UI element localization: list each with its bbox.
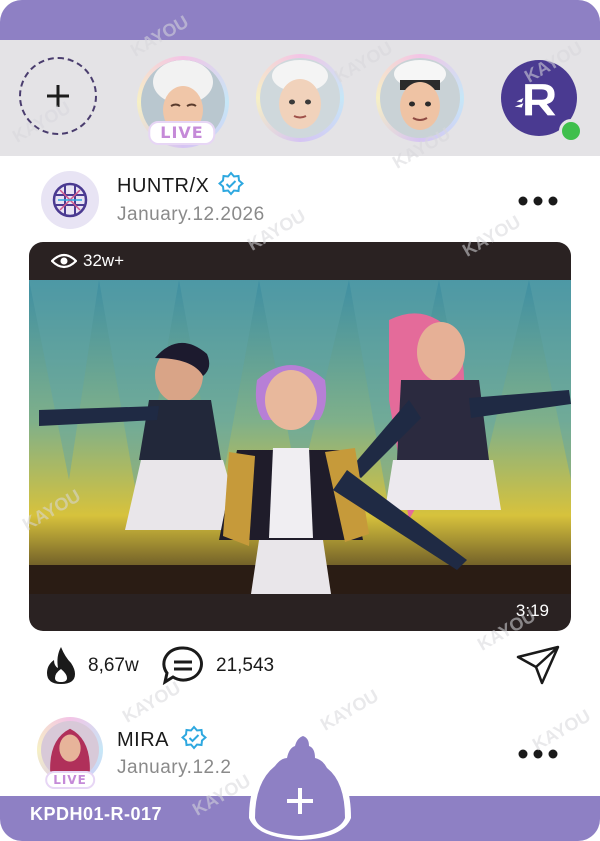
video-duration: 3:19 (515, 601, 549, 620)
post-author-avatar[interactable] (41, 171, 99, 229)
next-post-username[interactable]: MIRA (117, 729, 169, 752)
top-band (0, 0, 600, 40)
view-count: 32w+ (83, 251, 125, 270)
comment-icon[interactable] (161, 645, 205, 685)
verified-icon (181, 725, 207, 750)
more-icon[interactable] (517, 195, 559, 207)
story-avatar-image (380, 58, 460, 138)
media-image (29, 280, 571, 594)
post-username[interactable]: HUNTR/X (117, 175, 209, 198)
post-actions: 8,67w 21,543 (0, 640, 600, 690)
media-top-bar: 32w+ (29, 242, 571, 280)
comment-count: 21,543 (216, 655, 275, 676)
send-icon[interactable] (516, 645, 560, 685)
brand-r-icon (514, 84, 556, 116)
flame-icon[interactable] (46, 645, 76, 685)
story-avatar[interactable] (256, 54, 344, 142)
next-post-live-badge: LIVE (45, 771, 95, 789)
more-icon[interactable] (517, 748, 559, 760)
post-date: January.12.2026 (117, 204, 265, 225)
story-avatar-image (260, 58, 340, 138)
card-code: KPDH01-R-017 (30, 804, 163, 824)
plus-icon (47, 85, 69, 107)
next-post-date: January.12.2 (117, 757, 232, 778)
trading-card: LIVE HUNTR/X January.12.2026 32w+ 3:19 8… (0, 0, 600, 841)
verified-icon (218, 171, 244, 196)
like-count: 8,67w (88, 655, 139, 676)
live-badge: LIVE (148, 121, 216, 145)
post-media[interactable]: 32w+ 3:19 (29, 242, 571, 631)
eye-icon (51, 253, 77, 269)
create-post-button[interactable] (247, 722, 353, 840)
huntrx-logo-icon (52, 182, 88, 218)
add-story-button[interactable] (19, 57, 97, 135)
story-avatar[interactable] (376, 54, 464, 142)
online-status-dot (559, 119, 583, 143)
